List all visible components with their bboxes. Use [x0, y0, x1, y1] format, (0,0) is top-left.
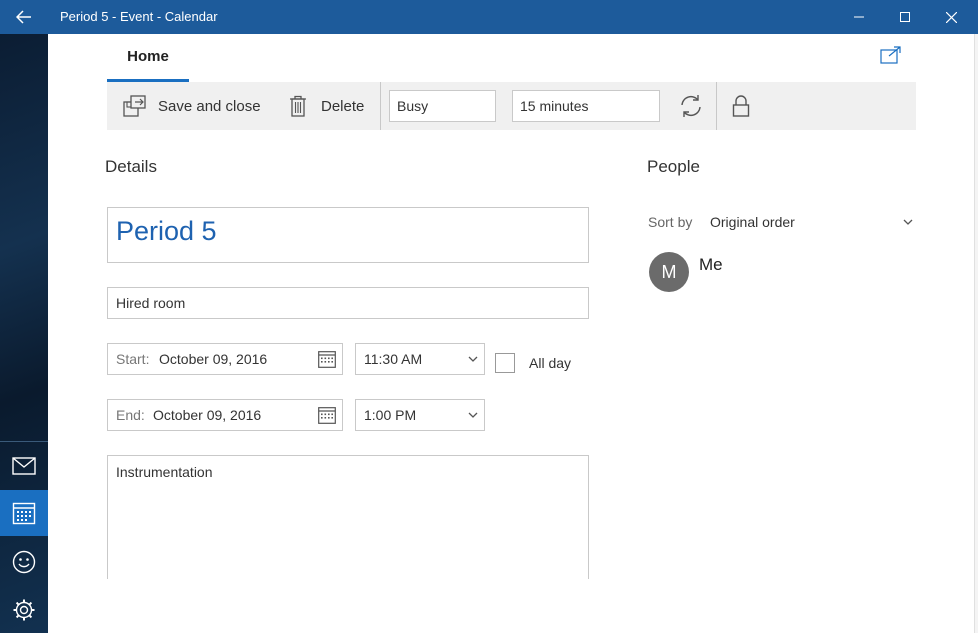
popout-button[interactable] [880, 46, 902, 64]
calendar-icon [12, 502, 36, 525]
maximize-button[interactable] [882, 0, 928, 34]
private-button[interactable] [729, 94, 753, 118]
end-time-value: 1:00 PM [364, 407, 417, 423]
rail-divider [0, 441, 48, 442]
save-and-close-label: Save and close [158, 97, 261, 115]
repeat-icon [681, 95, 701, 117]
delete-button[interactable]: Delete [289, 82, 364, 130]
attendee-name[interactable]: Me [699, 255, 723, 275]
location-input[interactable]: Hired room [107, 287, 589, 319]
back-arrow-icon [16, 10, 31, 24]
people-heading: People [647, 157, 700, 176]
chevron-down-icon [468, 412, 478, 418]
end-time-dropdown[interactable]: 1:00 PM [355, 399, 485, 431]
chevron-down-icon [468, 356, 478, 362]
notes-textarea[interactable]: Instrumentation [107, 455, 589, 579]
close-icon [945, 11, 957, 23]
tab-home[interactable]: Home [107, 44, 189, 82]
notes-value: Instrumentation [116, 464, 213, 480]
start-time-dropdown[interactable]: 11:30 AM [355, 343, 485, 375]
gear-icon [13, 599, 35, 621]
start-label: Start: [116, 351, 150, 367]
toolbar-divider [380, 82, 381, 130]
scroll-edge [974, 34, 978, 633]
event-title-input[interactable]: Period 5 [107, 207, 589, 263]
mail-icon [12, 457, 36, 475]
location-value: Hired room [116, 295, 186, 311]
calendar-button[interactable] [0, 490, 48, 536]
end-date-value: October 09, 2016 [153, 407, 262, 423]
end-date-picker[interactable]: End: October 09, 2016 [107, 399, 343, 431]
sort-order-dropdown[interactable]: Original order [710, 214, 795, 230]
calendar-icon [318, 351, 336, 368]
repeat-button[interactable] [679, 94, 703, 118]
start-date-value: October 09, 2016 [159, 351, 268, 367]
popout-icon [880, 46, 901, 64]
app-rail [0, 34, 48, 633]
reminder-dropdown[interactable]: 15 minutes [512, 90, 660, 122]
minimize-icon [854, 16, 864, 18]
chevron-down-icon[interactable] [902, 216, 914, 228]
feedback-button[interactable] [0, 539, 48, 585]
delete-label: Delete [321, 97, 365, 115]
all-day-checkbox[interactable] [495, 353, 515, 373]
maximize-icon [900, 12, 910, 22]
window-title: Period 5 - Event - Calendar [60, 9, 218, 24]
end-label: End: [116, 407, 145, 423]
settings-button[interactable] [0, 587, 48, 633]
start-date-picker[interactable]: Start: October 09, 2016 [107, 343, 343, 375]
title-bar: Period 5 - Event - Calendar [0, 0, 978, 34]
lock-icon [732, 95, 750, 117]
show-as-dropdown[interactable]: Busy [389, 90, 496, 122]
avatar: M [649, 252, 689, 292]
trash-icon [289, 95, 307, 117]
toolbar-divider [716, 82, 717, 130]
calendar-icon [318, 407, 336, 424]
back-button[interactable] [0, 0, 48, 34]
mail-button[interactable] [0, 443, 48, 489]
save-and-close-button[interactable]: Save and close [123, 82, 261, 130]
ribbon-toolbar: Save and close Delete Busy 15 minutes [107, 82, 916, 130]
smiley-icon [12, 550, 36, 574]
event-title-value: Period 5 [116, 216, 217, 246]
details-heading: Details [105, 157, 157, 176]
save-close-icon [123, 94, 148, 118]
all-day-label: All day [529, 355, 572, 371]
sort-by-label: Sort by [648, 214, 693, 230]
minimize-button[interactable] [836, 0, 882, 34]
close-button[interactable] [928, 0, 974, 34]
start-time-value: 11:30 AM [364, 351, 423, 367]
tab-home-label: Home [127, 48, 169, 65]
